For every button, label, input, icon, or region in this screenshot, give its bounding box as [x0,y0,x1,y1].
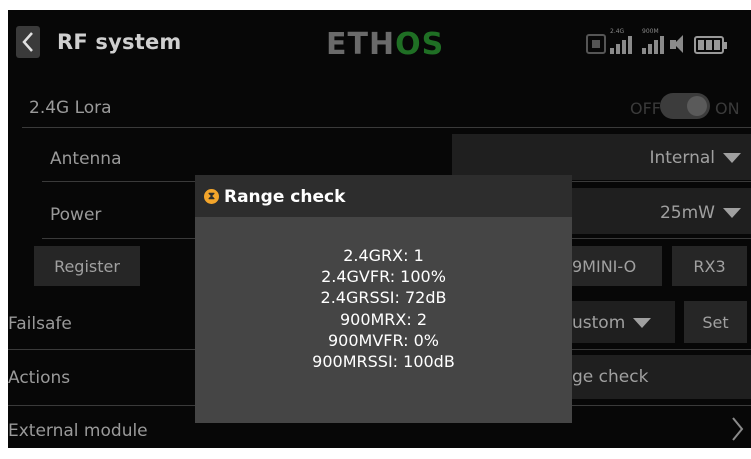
failsafe-set-button[interactable]: Set [684,301,747,343]
ethos-logo: ETHOS [326,27,445,62]
toggle-off-label: OFF [630,99,661,118]
signal-2g4-icon: 2.4G [610,28,632,54]
dropdown-arrow-icon [633,318,652,328]
actions-label: Actions [8,368,71,388]
antenna-label: Antenna [50,149,122,169]
speaker-icon [668,34,690,54]
dropdown-arrow-icon [723,208,741,218]
rx3-button[interactable]: RX3 [672,246,747,286]
status-bar: 2.4G 900M [586,28,727,54]
battery-icon [694,36,727,54]
dialog-header: ⧗ Range check [195,175,572,217]
vfr-2g4-line: 2.4GVFR: 100% [321,267,446,287]
power-select[interactable]: 25mW [572,188,751,234]
failsafe-label: Failsafe [8,314,72,334]
module-icon [586,34,606,54]
signal-900m-icon: 900M [642,28,664,54]
back-button[interactable] [16,26,40,58]
toggle-on-label: ON [715,99,740,118]
range-check-button[interactable]: ge check [572,355,751,399]
range-check-dialog: ⧗ Range check 2.4GRX: 1 2.4GVFR: 100% 2.… [195,175,572,423]
vfr-900m-line: 900MVFR: 0% [328,330,439,350]
register-button[interactable]: Register [34,246,140,286]
header: RF system ETHOS 2.4G 900M [8,10,751,74]
rssi-2g4-line: 2.4GRSSI: 72dB [320,288,447,308]
page-title: RF system [57,30,182,54]
hourglass-icon: ⧗ [204,189,219,204]
dialog-body: 2.4GRX: 1 2.4GVFR: 100% 2.4GRSSI: 72dB 9… [195,245,572,372]
failsafe-mode-select[interactable]: ustom [572,301,675,343]
rx-900m-line: 900MRX: 2 [339,309,428,329]
rssi-900m-line: 900MRSSI: 100dB [312,352,455,372]
lora-toggle[interactable] [660,93,710,119]
receiver-button[interactable]: 9MINI-O [572,246,662,286]
divider [22,127,751,128]
screen: RF system ETHOS 2.4G 900M 2.4G Lora OFF … [8,10,751,448]
external-module-label: External module [8,421,148,441]
chevron-left-icon [22,32,33,52]
dialog-title: Range check [224,187,346,207]
rx-2g4-line: 2.4GRX: 1 [343,246,424,265]
chevron-right-icon [732,417,744,441]
lora-label: 2.4G Lora [29,98,112,118]
power-label: Power [50,205,102,225]
dropdown-arrow-icon [723,153,741,163]
antenna-select[interactable]: Internal [452,134,751,180]
